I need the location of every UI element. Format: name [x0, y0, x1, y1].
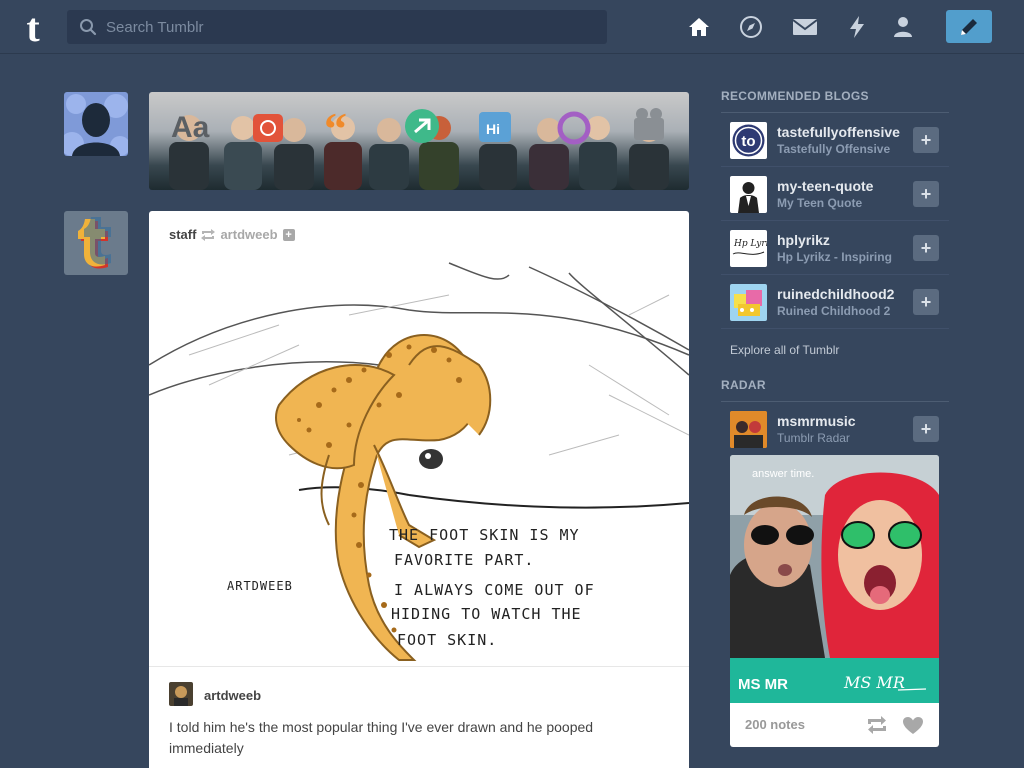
staff-avatar[interactable]	[64, 211, 128, 275]
selfie-photo: answer time.	[730, 455, 939, 658]
tumblr-logo-icon[interactable]: t	[17, 8, 49, 48]
explore-tumblr-link[interactable]: Explore all of Tumblr	[730, 343, 949, 357]
svg-text:HIDING TO WATCH THE: HIDING TO WATCH THE	[391, 605, 582, 623]
blog-avatar[interactable]	[730, 176, 767, 213]
recommended-blog-item[interactable]: to tastefullyoffensive Tastefully Offens…	[721, 113, 949, 167]
reblogged-from-link[interactable]: artdweeb	[220, 227, 277, 242]
blog-avatar[interactable]: to	[730, 122, 767, 159]
post-divider	[149, 666, 689, 667]
post-header: staff artdweeb +	[169, 227, 295, 242]
recommended-blog-item[interactable]: my-teen-quote My Teen Quote +	[721, 167, 949, 221]
blog-name[interactable]: hplyrikz	[777, 232, 907, 248]
blog-avatar[interactable]: Hp Lyrikz	[730, 230, 767, 267]
user-avatar[interactable]	[64, 92, 128, 156]
band-signature-image: MS MR	[843, 673, 927, 692]
dashboard-post: staff artdweeb + ARTDWEEB THE FOOT SKIN …	[149, 211, 689, 768]
reblog-icon[interactable]	[866, 716, 888, 734]
radar-post: answer time. MS MR MS MR 200 notes	[730, 455, 939, 747]
hplyrikz-avatar-icon: Hp Lyrikz	[732, 239, 767, 255]
promo-banner[interactable]: Aa “ Hi	[149, 92, 689, 190]
home-icon	[689, 18, 709, 36]
radar-blog-avatar[interactable]	[730, 411, 767, 448]
home-button[interactable]	[685, 13, 713, 41]
activity-button[interactable]	[843, 13, 871, 41]
account-button[interactable]	[889, 13, 917, 41]
follow-blog-button[interactable]: +	[913, 289, 939, 315]
inbox-button[interactable]	[791, 13, 819, 41]
recommended-blog-item[interactable]: ruinedchildhood2 Ruined Childhood 2 +	[721, 275, 949, 329]
reblog-icon	[201, 228, 216, 241]
my-teen-quote-avatar-icon	[738, 182, 759, 213]
msmrmusic-avatar-icon	[730, 411, 767, 448]
explore-icon	[740, 16, 762, 38]
blog-title: My Teen Quote	[777, 196, 863, 210]
search-bar[interactable]	[67, 10, 607, 44]
svg-text:MS MR: MS MR	[843, 673, 905, 692]
post-author-link[interactable]: staff	[169, 227, 196, 242]
post-caption: I told him he's the most popular thing I…	[169, 719, 594, 756]
top-navigation-bar: t	[0, 0, 1024, 54]
blog-name[interactable]: ruinedchildhood2	[777, 286, 907, 302]
blog-name[interactable]: my-teen-quote	[777, 178, 907, 194]
reblog-author-link[interactable]: artdweeb	[204, 688, 261, 703]
blog-title: Hp Lyrikz - Inspiring	[777, 250, 892, 264]
svg-text:FAVORITE PART.: FAVORITE PART.	[394, 551, 534, 569]
follow-radar-blog-button[interactable]: +	[913, 416, 939, 442]
blog-title: Ruined Childhood 2	[777, 304, 891, 318]
post-image[interactable]: ARTDWEEB THE FOOT SKIN IS MY FAVORITE PA…	[149, 255, 689, 663]
radar-title: RADAR	[721, 378, 949, 402]
compose-icon	[961, 18, 977, 35]
follow-blog-button[interactable]: +	[913, 127, 939, 153]
radar-banner: MS MR MS MR	[730, 658, 939, 703]
explore-button[interactable]	[737, 13, 765, 41]
svg-text:Hi: Hi	[486, 121, 500, 137]
blog-name[interactable]: tastefullyoffensive	[777, 124, 907, 140]
compose-button[interactable]	[946, 10, 992, 43]
blog-title: Tastefully Offensive	[777, 142, 891, 156]
activity-icon	[850, 16, 864, 38]
gecko-drawing: ARTDWEEB THE FOOT SKIN IS MY FAVORITE PA…	[149, 262, 689, 661]
tumblr-t-avatar-icon	[78, 217, 111, 269]
svg-text:ARTDWEEB: ARTDWEEB	[227, 579, 293, 593]
silhouette-avatar-icon	[64, 94, 128, 156]
recommended-blogs: RECOMMENDED BLOGS to tastefullyoffensive…	[721, 89, 949, 357]
follow-blog-button[interactable]: +	[913, 235, 939, 261]
svg-text:THE FOOT SKIN IS MY: THE FOOT SKIN IS MY	[389, 526, 580, 544]
svg-text:I ALWAYS COME OUT OF: I ALWAYS COME OUT OF	[394, 581, 595, 599]
svg-text:Aa: Aa	[171, 111, 210, 144]
tastefullyoffensive-avatar-icon: to	[732, 124, 765, 157]
radar-section: RADAR msmrmusic Tumblr Radar +	[721, 378, 949, 456]
ruinedchildhood2-avatar-icon	[734, 290, 762, 316]
blog-avatar[interactable]	[730, 284, 767, 321]
recommended-blog-item[interactable]: Hp Lyrikz hplyrikz Hp Lyrikz - Inspiring…	[721, 221, 949, 275]
svg-text:FOOT SKIN.: FOOT SKIN.	[397, 631, 497, 649]
inbox-icon	[792, 19, 818, 35]
recommended-blogs-title: RECOMMENDED BLOGS	[721, 89, 949, 113]
reblog-avatar[interactable]	[169, 682, 193, 706]
search-input[interactable]	[106, 18, 586, 36]
account-icon	[894, 17, 912, 37]
follow-blog-button[interactable]: +	[913, 181, 939, 207]
like-heart-icon[interactable]	[902, 716, 924, 735]
banner-illustration: Aa “ Hi	[169, 103, 669, 190]
svg-text:“: “	[324, 103, 347, 154]
radar-blog-name[interactable]: msmrmusic	[777, 413, 907, 429]
radar-blog-subtitle: Tumblr Radar	[777, 431, 850, 445]
svg-text:to: to	[741, 133, 755, 150]
radar-banner-label: MS MR	[738, 676, 788, 693]
svg-text:t: t	[26, 8, 40, 48]
photo-overlay-text: answer time.	[752, 468, 814, 480]
follow-button[interactable]: +	[282, 228, 295, 241]
notes-count[interactable]: 200 notes	[745, 717, 805, 732]
search-icon	[80, 19, 97, 36]
artdweeb-avatar-icon	[169, 682, 193, 706]
radar-photo[interactable]: answer time.	[730, 455, 939, 658]
svg-text:Hp Lyrikz: Hp Lyrikz	[733, 239, 767, 249]
radar-blog[interactable]: msmrmusic Tumblr Radar +	[721, 402, 949, 456]
